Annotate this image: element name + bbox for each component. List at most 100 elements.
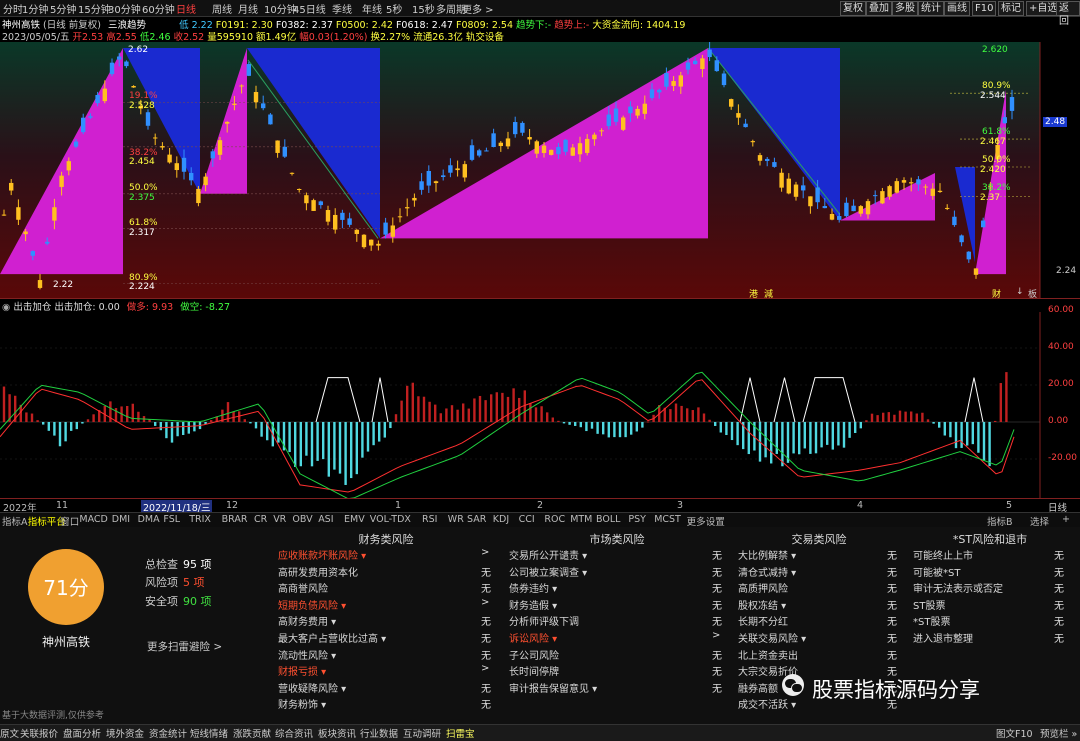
toolbar-button-3[interactable]: 统计 — [918, 1, 944, 16]
indicator-tab-22[interactable]: BOLL — [596, 514, 620, 525]
risk-row-label-1-2[interactable]: 债券违约 ▾ — [509, 580, 557, 595]
period-tab-1[interactable]: 1分钟 — [22, 1, 48, 16]
status-tab-8[interactable]: 板块资讯 — [318, 726, 356, 740]
status-tab-1[interactable]: 关联报价 — [20, 726, 58, 740]
period-tab-9[interactable]: 10分钟 — [264, 1, 297, 16]
toolbar-button-0[interactable]: 复权 — [840, 1, 866, 16]
indicator-tab-26[interactable]: 设置 — [706, 514, 725, 528]
toolbar-button-8[interactable]: 返回 — [1056, 1, 1080, 27]
period-tab-11[interactable]: 季线 — [332, 1, 352, 16]
risk-row-label-2-0[interactable]: 大比例解禁 ▾ — [738, 547, 796, 562]
indicator-select[interactable]: 选择 — [1030, 514, 1049, 528]
risk-row-label-1-6[interactable]: 子公司风险 — [509, 647, 559, 662]
status-tab-7[interactable]: 综合资讯 — [275, 726, 313, 740]
period-tab-4[interactable]: 30分钟 — [108, 1, 141, 16]
indicator-tab-7[interactable]: TRIX — [189, 514, 211, 525]
right-tab-1[interactable]: ↓ — [1016, 287, 1024, 297]
period-tab-0[interactable]: 分时 — [3, 1, 23, 16]
f10-link[interactable]: 图文F10 — [996, 726, 1033, 740]
indicator-tab-4[interactable]: DMI — [112, 514, 130, 525]
period-tab-6[interactable]: 日线 — [176, 1, 196, 16]
oscillator-chart[interactable] — [0, 312, 1080, 498]
period-tab-13[interactable]: 5秒 — [386, 1, 402, 16]
indicator-add[interactable]: + — [1062, 514, 1070, 525]
indicator-tab-15[interactable]: RSI — [422, 514, 437, 525]
toolbar-button-5[interactable]: F10 — [972, 1, 997, 16]
risk-row-label-3-4[interactable]: *ST股票 — [913, 613, 950, 628]
status-tab-10[interactable]: 互动调研 — [403, 726, 441, 740]
period-tab-12[interactable]: 年线 — [362, 1, 382, 16]
indicator-tab-9[interactable]: CR — [254, 514, 267, 525]
risk-row-label-3-5[interactable]: 进入退市整理 — [913, 630, 973, 645]
period-tab-7[interactable]: 周线 — [212, 1, 232, 16]
risk-row-label-2-4[interactable]: 长期不分红 — [738, 613, 788, 628]
period-tab-16[interactable]: 更多 > — [462, 1, 494, 16]
indicator-tab-20[interactable]: ROC — [544, 514, 565, 525]
risk-row-label-0-3[interactable]: 短期负债风险 ▾ — [278, 597, 346, 612]
preview-toggle[interactable]: 预览栏 » — [1040, 726, 1077, 740]
risk-row-label-0-6[interactable]: 流动性风险 ▾ — [278, 647, 336, 662]
risk-row-label-0-8[interactable]: 营收疑降风险 ▾ — [278, 680, 346, 695]
risk-row-label-2-3[interactable]: 股权冻结 ▾ — [738, 597, 786, 612]
indicator-tab-25[interactable]: 更多 — [687, 514, 706, 528]
status-tab-2[interactable]: 盘面分析 — [63, 726, 101, 740]
risk-row-label-2-5[interactable]: 关联交易风险 ▾ — [738, 630, 806, 645]
period-tab-8[interactable]: 月线 — [238, 1, 258, 16]
status-tab-9[interactable]: 行业数据 — [360, 726, 398, 740]
toolbar-button-6[interactable]: 标记 — [998, 1, 1024, 16]
indicator-tab-13[interactable]: EMV — [344, 514, 365, 525]
risk-row-label-3-3[interactable]: ST股票 — [913, 597, 945, 612]
status-tab-11[interactable]: 扫雷宝 — [446, 726, 475, 740]
risk-row-label-1-4[interactable]: 分析师评级下调 — [509, 613, 579, 628]
indicator-tab-24[interactable]: MCST — [654, 514, 681, 525]
status-tab-5[interactable]: 短线情绪 — [190, 726, 228, 740]
indicator-tab-3[interactable]: MACD — [79, 514, 107, 525]
risk-row-label-0-7[interactable]: 财报亏损 ▾ — [278, 663, 326, 678]
status-tab-3[interactable]: 境外资金 — [106, 726, 144, 740]
toolbar-button-4[interactable]: 画线 — [944, 1, 970, 16]
risk-row-label-1-1[interactable]: 公司被立案调查 ▾ — [509, 564, 587, 579]
risk-row-label-2-2[interactable]: 高质押风险 — [738, 580, 788, 595]
risk-row-label-0-4[interactable]: 高财务费用 ▾ — [278, 613, 336, 628]
toolbar-button-1[interactable]: 叠加 — [866, 1, 892, 16]
risk-row-label-1-7[interactable]: 长时间停牌 — [509, 663, 559, 678]
risk-row-label-2-9[interactable]: 成交不活跃 ▾ — [738, 696, 796, 711]
risk-row-value-1-5[interactable]: > — [712, 630, 720, 641]
indicator-tab-6[interactable]: FSL — [163, 514, 180, 525]
risk-row-label-3-1[interactable]: 可能被*ST — [913, 564, 960, 579]
indicator-tab-11[interactable]: OBV — [292, 514, 312, 525]
period-tab-10[interactable]: 45日线 — [293, 1, 326, 16]
indicator-b-tab[interactable]: 指标B — [987, 514, 1013, 528]
period-tab-14[interactable]: 15秒 — [412, 1, 435, 16]
candlestick-chart[interactable] — [0, 42, 1080, 298]
indicator-tab-2[interactable]: 窗口 — [60, 514, 79, 528]
risk-row-value-0-0[interactable]: > — [481, 547, 489, 558]
risk-row-label-0-2[interactable]: 高商誉风险 — [278, 580, 328, 595]
status-tab-6[interactable]: 涨跌贡献 — [233, 726, 271, 740]
status-tab-0[interactable]: 原文 — [0, 726, 19, 740]
risk-row-label-2-6[interactable]: 北上资金卖出 — [738, 647, 798, 662]
risk-row-label-1-0[interactable]: 交易所公开谴责 ▾ — [509, 547, 587, 562]
risk-row-label-1-5[interactable]: 诉讼风险 ▾ — [509, 630, 557, 645]
indicator-tab-17[interactable]: SAR — [467, 514, 486, 525]
risk-row-label-0-0[interactable]: 应收账款坏账风险 ▾ — [278, 547, 366, 562]
indicator-tab-14[interactable]: VOL-TDX — [370, 514, 411, 525]
more-risk-link[interactable]: 更多扫雷避险 > — [147, 639, 222, 654]
risk-row-value-0-7[interactable]: > — [481, 663, 489, 674]
risk-row-label-3-0[interactable]: 可能终止上市 — [913, 547, 973, 562]
period-tab-5[interactable]: 60分钟 — [142, 1, 175, 16]
indicator-tab-8[interactable]: BRAR — [222, 514, 248, 525]
indicator-tab-5[interactable]: DMA — [138, 514, 160, 525]
period-tab-3[interactable]: 15分钟 — [78, 1, 111, 16]
indicator-tab-12[interactable]: ASI — [318, 514, 333, 525]
risk-row-label-1-3[interactable]: 财务造假 ▾ — [509, 597, 557, 612]
risk-row-label-0-9[interactable]: 财务粉饰 ▾ — [278, 696, 326, 711]
indicator-tab-23[interactable]: PSY — [628, 514, 646, 525]
indicator-tab-0[interactable]: 指标A — [2, 514, 28, 528]
indicator-tab-21[interactable]: MTM — [570, 514, 592, 525]
risk-row-label-0-5[interactable]: 最大客户占营收比过高 ▾ — [278, 630, 386, 645]
indicator-tab-18[interactable]: KDJ — [493, 514, 509, 525]
risk-row-label-3-2[interactable]: 审计无法表示或否定 — [913, 580, 1003, 595]
period-tab-2[interactable]: 5分钟 — [50, 1, 76, 16]
indicator-tab-10[interactable]: VR — [273, 514, 286, 525]
